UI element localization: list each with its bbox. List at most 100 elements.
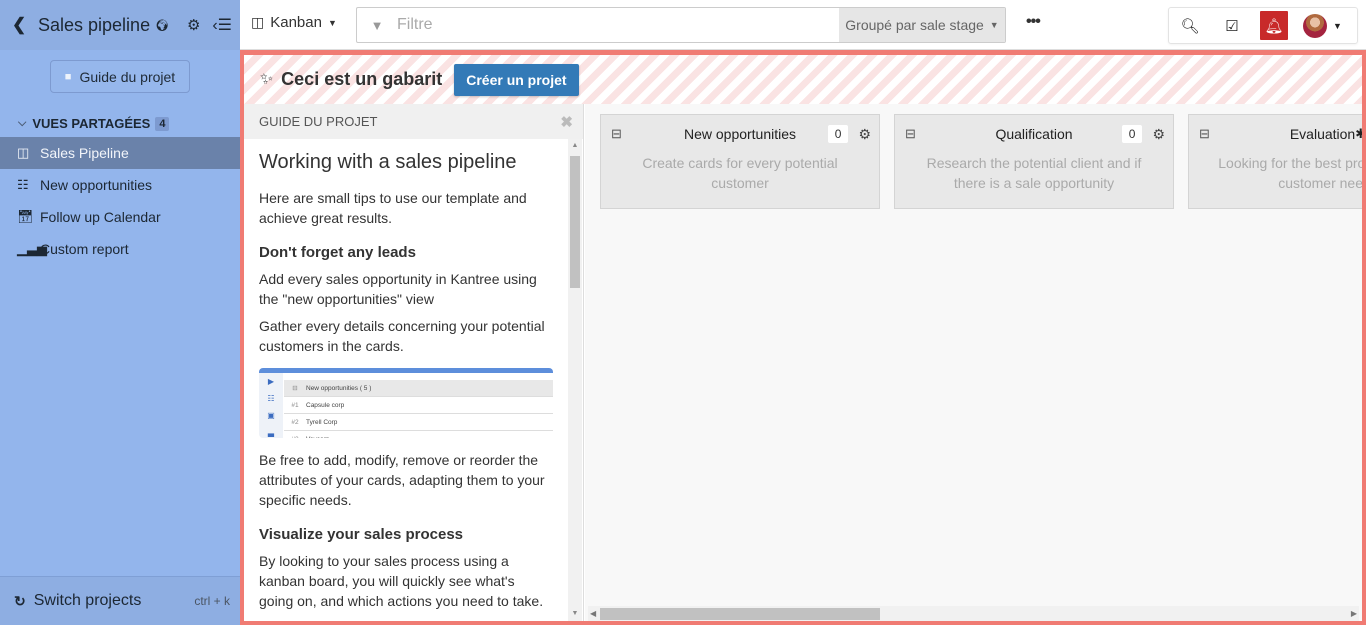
book-icon: ■ bbox=[64, 70, 72, 83]
guide-paragraph: Add every sales opportunity in Kantree u… bbox=[259, 271, 537, 307]
calendar-icon: ▣ bbox=[267, 411, 275, 420]
views-count-badge: 4 bbox=[155, 116, 170, 131]
sidebar-item-new-opportunities[interactable]: ☷ New opportunities bbox=[0, 169, 240, 201]
template-banner: ✨︎ Ceci est un gabarit Créer un projet bbox=[244, 55, 1362, 104]
switch-projects-button[interactable]: ↻ Switch projects ctrl + k bbox=[0, 576, 240, 625]
notifications-button[interactable]: 🔔︎ bbox=[1260, 11, 1288, 40]
caret-down-icon: ▼ bbox=[989, 20, 999, 30]
preview-row: Capsule corp bbox=[306, 401, 345, 409]
tasks-button[interactable]: ☑ bbox=[1211, 8, 1253, 43]
keyboard-shortcut: ctrl + k bbox=[194, 594, 230, 608]
search-button[interactable]: 🔍︎ bbox=[1169, 8, 1211, 43]
template-frame: ✨︎ Ceci est un gabarit Créer un projet G… bbox=[240, 50, 1366, 625]
bar-chart-icon: ▁▃▅ bbox=[17, 241, 47, 256]
guide-panel-header: GUIDE DU PROJET ✖ bbox=[244, 104, 583, 139]
kanban-column: ⊟ Qualification 0 ⚙ Research the potenti… bbox=[894, 114, 1174, 209]
create-project-button[interactable]: Créer un projet bbox=[454, 63, 579, 96]
guide-button[interactable]: ■ Guide du projet bbox=[50, 60, 190, 93]
kanban-icon: ◫ bbox=[17, 145, 30, 160]
guide-section-heading: Visualize your sales process bbox=[259, 526, 464, 543]
card-count-badge: 0 bbox=[827, 125, 849, 143]
preview-row-num: #1 bbox=[291, 401, 299, 409]
preview-header: New opportunities ( 5 ) bbox=[306, 384, 372, 392]
chevron-down-icon: ⌵ bbox=[18, 117, 27, 129]
group-by-label: Groupé par sale stage bbox=[845, 17, 984, 33]
caret-down-icon: ▼ bbox=[327, 17, 337, 28]
calendar-icon: 📅︎ bbox=[17, 209, 34, 224]
template-notice: Ceci est un gabarit bbox=[281, 69, 443, 89]
collapse-sidebar-icon[interactable]: ‹☰ bbox=[212, 15, 232, 35]
required-asterisk: ✱ bbox=[1355, 126, 1362, 141]
back-icon[interactable]: ❮ bbox=[12, 15, 32, 35]
guide-scrollbar[interactable]: ▲ ▼ bbox=[568, 139, 582, 621]
column-description: Create cards for every potential custome… bbox=[642, 155, 838, 191]
play-icon: ▶ bbox=[267, 377, 275, 386]
column-description: Research the potential client and if the… bbox=[926, 155, 1142, 191]
guide-paragraph: By looking to your sales process using a… bbox=[259, 553, 544, 609]
sidebar-header: ❮ Sales pipeline 🌍︎ ⚙ ‹☰ bbox=[0, 0, 240, 50]
column-settings-icon[interactable]: ⚙ bbox=[1152, 126, 1165, 143]
search-icon: 🔍︎ bbox=[1180, 17, 1200, 35]
view-type-dropdown[interactable]: ◫ Kanban ▼ bbox=[251, 14, 337, 31]
kanban-column: ⊟ Evaluation✱ 0 ⚙ Looking for the best p… bbox=[1188, 114, 1362, 209]
sidebar-item-custom-report[interactable]: ▁▃▅ Custom report bbox=[0, 233, 240, 265]
preview-row: Vaycorp bbox=[306, 436, 329, 439]
close-icon[interactable]: ✖ bbox=[560, 113, 573, 131]
guide-paragraph: Gather every details concerning your pot… bbox=[259, 318, 545, 354]
project-guide-panel: GUIDE DU PROJET ✖ Working with a sales p… bbox=[244, 104, 584, 621]
scrollbar-thumb[interactable] bbox=[570, 156, 580, 288]
shared-views-label: VUES PARTAGÉES bbox=[32, 116, 151, 131]
scroll-right-icon[interactable]: ▶ bbox=[1351, 606, 1357, 621]
guide-content: Working with a sales pipeline Here are s… bbox=[244, 139, 567, 621]
collapse-column-icon[interactable]: ⊟ bbox=[1199, 126, 1210, 142]
preview-row-num: #2 bbox=[291, 418, 299, 426]
guide-panel-title: GUIDE DU PROJET bbox=[259, 114, 378, 129]
avatar bbox=[1303, 13, 1327, 38]
more-options-button[interactable]: ••• bbox=[1026, 13, 1041, 31]
scroll-left-icon[interactable]: ◀ bbox=[590, 606, 596, 621]
scroll-down-icon[interactable]: ▼ bbox=[568, 607, 582, 621]
sidebar: ❮ Sales pipeline 🌍︎ ⚙ ‹☰ ■ Guide du proj… bbox=[0, 0, 240, 625]
group-by-dropdown[interactable]: Groupé par sale stage ▼ bbox=[839, 8, 1005, 42]
sidebar-item-label: Custom report bbox=[40, 241, 129, 257]
board-horizontal-scrollbar[interactable]: ◀ ▶ bbox=[588, 606, 1359, 621]
scrollbar-thumb[interactable] bbox=[600, 608, 880, 620]
shared-views-header[interactable]: ⌵ VUES PARTAGÉES 4 bbox=[18, 116, 170, 131]
sidebar-item-follow-up-calendar[interactable]: 📅︎ Follow up Calendar bbox=[0, 201, 240, 233]
preview-row: Tyrell Corp bbox=[306, 418, 338, 426]
project-settings-icon[interactable]: ⚙ bbox=[187, 16, 200, 34]
filter-bar: ▼ Groupé par sale stage ▼ bbox=[356, 7, 1006, 43]
switch-projects-label: Switch projects bbox=[33, 592, 142, 609]
filter-icon: ▼ bbox=[370, 17, 384, 33]
guide-paragraph: Here are small tips to use our template … bbox=[259, 190, 527, 226]
collapse-column-icon[interactable]: ⊟ bbox=[905, 126, 916, 142]
sidebar-item-label: New opportunities bbox=[40, 177, 153, 193]
guide-button-label: Guide du projet bbox=[79, 68, 176, 85]
guide-title: Working with a sales pipeline bbox=[259, 151, 517, 173]
bar-chart-icon: ▃ bbox=[267, 428, 275, 437]
scroll-up-icon[interactable]: ▲ bbox=[568, 139, 582, 153]
column-title: Evaluation✱ bbox=[1189, 126, 1362, 142]
user-tools: 🔍︎ ☑ 🔔︎ ▼ bbox=[1168, 7, 1358, 44]
user-menu[interactable]: ▼ bbox=[1295, 8, 1350, 43]
guide-section-heading: Don't forget any leads bbox=[259, 244, 416, 261]
kanban-board: ⊟ New opportunities 0 ⚙ Create cards for… bbox=[585, 104, 1362, 621]
guide-preview-image: ▶ ☷ ▣ ▃ ⊟ New opportunities ( 5 ) #1 Capsu… bbox=[259, 368, 553, 438]
card-count-badge: 0 bbox=[1121, 125, 1143, 143]
kanban-column: ⊟ New opportunities 0 ⚙ Create cards for… bbox=[600, 114, 880, 209]
grid-icon: ☷ bbox=[17, 177, 29, 192]
collapse-column-icon[interactable]: ⊟ bbox=[611, 126, 622, 142]
filter-input[interactable] bbox=[397, 8, 839, 42]
project-title[interactable]: Sales pipeline bbox=[38, 15, 150, 36]
top-toolbar: ◫ Kanban ▼ ▼ Groupé par sale stage ▼ •••… bbox=[240, 0, 1366, 50]
kanban-icon: ◫ bbox=[251, 14, 265, 30]
checkbox-icon: ☑ bbox=[1225, 17, 1239, 35]
column-settings-icon[interactable]: ⚙ bbox=[858, 126, 871, 143]
sidebar-item-label: Follow up Calendar bbox=[40, 209, 161, 225]
column-title-text: Evaluation bbox=[1289, 126, 1356, 142]
preview-row-num: #3 bbox=[284, 436, 306, 439]
view-type-label: Kanban bbox=[270, 14, 322, 31]
refresh-icon: ↻ bbox=[14, 592, 26, 609]
globe-icon: 🌍︎ bbox=[155, 19, 170, 32]
sidebar-item-sales-pipeline[interactable]: ◫ Sales Pipeline bbox=[0, 137, 240, 169]
